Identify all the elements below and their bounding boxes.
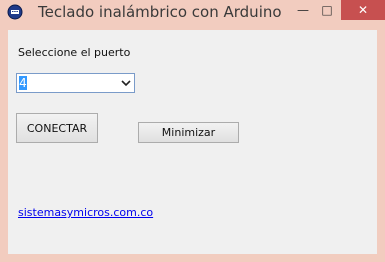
port-select-value: 4 xyxy=(19,76,27,90)
app-window: Teclado inalámbrico con Arduino — □ ✕ Se… xyxy=(0,0,385,262)
close-icon: ✕ xyxy=(357,3,369,17)
website-link[interactable]: sistemasymicros.com.co xyxy=(18,206,153,219)
window-close-button[interactable]: ✕ xyxy=(341,0,385,20)
window-maximize-button[interactable]: □ xyxy=(315,0,339,20)
app-icon[interactable] xyxy=(7,4,23,20)
port-select[interactable]: 4 xyxy=(16,73,135,93)
client-area: Seleccione el puerto 4 CONECTAR Minimiza… xyxy=(8,30,377,254)
port-label: Seleccione el puerto xyxy=(18,46,131,59)
chevron-down-icon[interactable] xyxy=(121,78,131,88)
maximize-icon: □ xyxy=(321,3,333,17)
connect-button[interactable]: CONECTAR xyxy=(16,113,98,143)
minimize-icon: — xyxy=(297,3,309,17)
window-minimize-button[interactable]: — xyxy=(291,0,315,20)
title-bar[interactable]: Teclado inalámbrico con Arduino — □ ✕ xyxy=(0,0,385,29)
minimize-app-button[interactable]: Minimizar xyxy=(138,122,239,143)
